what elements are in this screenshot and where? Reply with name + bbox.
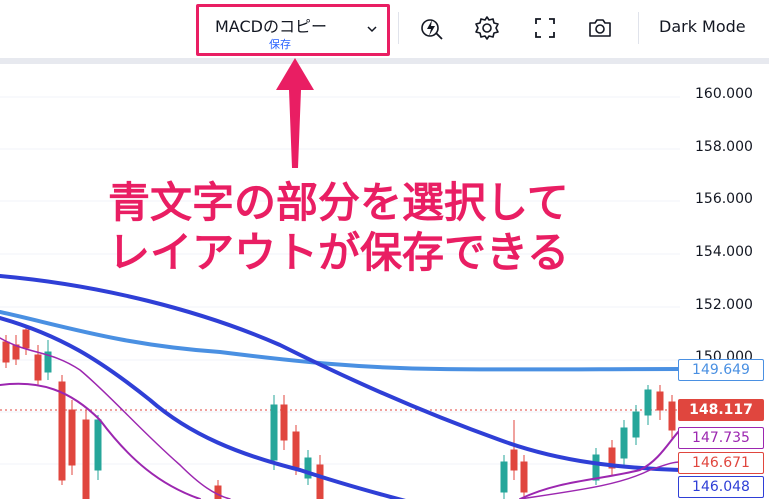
price-axis-label: 152.000: [695, 297, 753, 313]
annotation-arrow: [276, 58, 314, 168]
gear-icon[interactable]: [473, 14, 501, 42]
grid-lines: [0, 96, 680, 465]
layout-save-link[interactable]: 保存: [269, 36, 291, 52]
ma-purple-4: [519, 461, 681, 499]
annotation-line-2: レイアウトが保存できる: [108, 228, 570, 277]
moving-averages: [0, 274, 682, 499]
ma-dark-blue-long: [0, 274, 682, 472]
fullscreen-icon[interactable]: [531, 14, 559, 42]
alert-lightning-icon[interactable]: [418, 14, 446, 42]
annotation-text: 青文字の部分を選択して レイアウトが保存できる: [108, 178, 569, 278]
chevron-down-icon[interactable]: [365, 22, 379, 36]
top-toolbar: MACDのコピー 保存 Dark Mode: [0, 0, 769, 59]
layout-selector-button[interactable]: MACDのコピー 保存: [196, 4, 390, 56]
price-axis-label: 154.000: [695, 244, 753, 260]
price-tag-ma-purple: 147.735: [678, 427, 764, 449]
price-tag-ma-dark-blue: 146.048: [678, 476, 764, 498]
layout-name: MACDのコピー: [215, 17, 327, 36]
annotation-line-1: 青文字の部分を選択して: [108, 178, 569, 227]
price-tag-ma-light-blue: 149.649: [678, 359, 764, 381]
dark-mode-toggle[interactable]: Dark Mode: [659, 17, 746, 36]
camera-icon[interactable]: [586, 14, 614, 42]
toolbar-separator: [638, 12, 639, 44]
ma-light-blue: [0, 310, 682, 372]
price-tag-current: 148.117: [678, 399, 764, 421]
price-axis-label: 156.000: [695, 191, 753, 207]
price-tag-low: 146.671: [678, 452, 764, 474]
price-chart[interactable]: [0, 64, 769, 499]
price-axis-label: 160.000: [695, 86, 753, 102]
toolbar-separator: [398, 12, 399, 44]
price-axis-label: 158.000: [695, 139, 753, 155]
